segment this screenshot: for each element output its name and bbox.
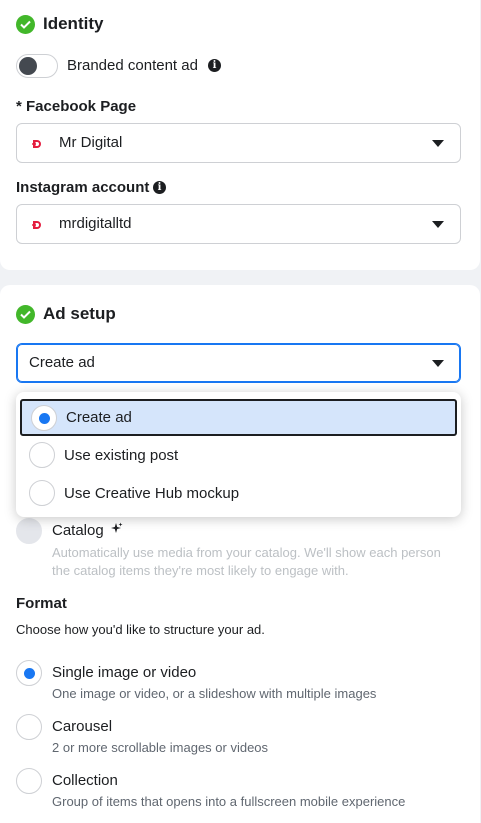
catalog-radio[interactable] [16,518,42,544]
info-icon[interactable]: i [153,181,166,194]
option-radio [31,405,57,431]
dropdown-option-use-existing-post[interactable]: Use existing post [20,437,457,474]
format-title: Format [16,595,67,612]
chevron-down-icon [432,360,444,367]
identity-card: Identity Branded content ad i * Facebook… [0,0,480,270]
check-icon [16,305,35,324]
chevron-down-icon [432,140,444,147]
branded-content-toggle[interactable] [16,54,58,78]
format-option-desc: Group of items that opens into a fullscr… [52,794,406,809]
format-subtitle: Choose how you'd like to structure your … [16,622,265,637]
chevron-down-icon [432,221,444,228]
mr-digital-logo-icon [29,136,45,152]
section-title-ad-setup: Ad setup [43,304,116,323]
sparkle-icon [110,522,123,540]
format-option-desc: 2 or more scrollable images or videos [52,740,269,755]
ad-setup-card: Ad setup Create ad Catalog Automatically… [0,285,480,823]
ad-setup-select-value: Create ad [29,354,95,371]
format-option-title: Carousel [52,718,113,735]
mr-digital-logo-icon [29,217,45,233]
instagram-account-label: Instagram account [16,179,150,196]
facebook-page-select[interactable]: Mr Digital [16,123,461,163]
info-icon[interactable]: i [208,59,221,72]
dropdown-option-creative-hub-mockup[interactable]: Use Creative Hub mockup [20,475,457,512]
format-option-title: Single image or video [52,664,197,681]
option-radio [29,480,55,506]
ad-setup-dropdown-menu: Create ad Use existing post Use Creative… [16,392,461,517]
option-radio [29,442,55,468]
format-radio-single[interactable] [16,660,42,686]
check-icon [16,15,35,34]
format-radio-collection[interactable] [16,768,42,794]
catalog-description-line1: Automatically use media from your catalo… [52,545,441,560]
option-label: Create ad [66,409,132,426]
option-label: Use existing post [64,447,179,464]
format-radio-carousel[interactable] [16,714,42,740]
catalog-description-line2: the catalog items they're most likely to… [52,563,349,578]
dropdown-option-create-ad[interactable]: Create ad [20,399,457,436]
format-option-title: Collection [52,772,118,789]
ad-setup-select[interactable]: Create ad [16,343,461,383]
catalog-label: Catalog [52,522,104,539]
facebook-page-value: Mr Digital [59,134,123,151]
branded-content-label: Branded content ad [67,57,198,74]
facebook-page-label: * Facebook Page [16,98,137,115]
instagram-account-select[interactable]: mrdigitalltd [16,204,461,244]
section-title-identity: Identity [43,14,104,33]
instagram-account-value: mrdigitalltd [59,215,132,232]
option-label: Use Creative Hub mockup [64,485,240,502]
toggle-knob [19,57,37,75]
format-option-desc: One image or video, or a slideshow with … [52,686,377,701]
